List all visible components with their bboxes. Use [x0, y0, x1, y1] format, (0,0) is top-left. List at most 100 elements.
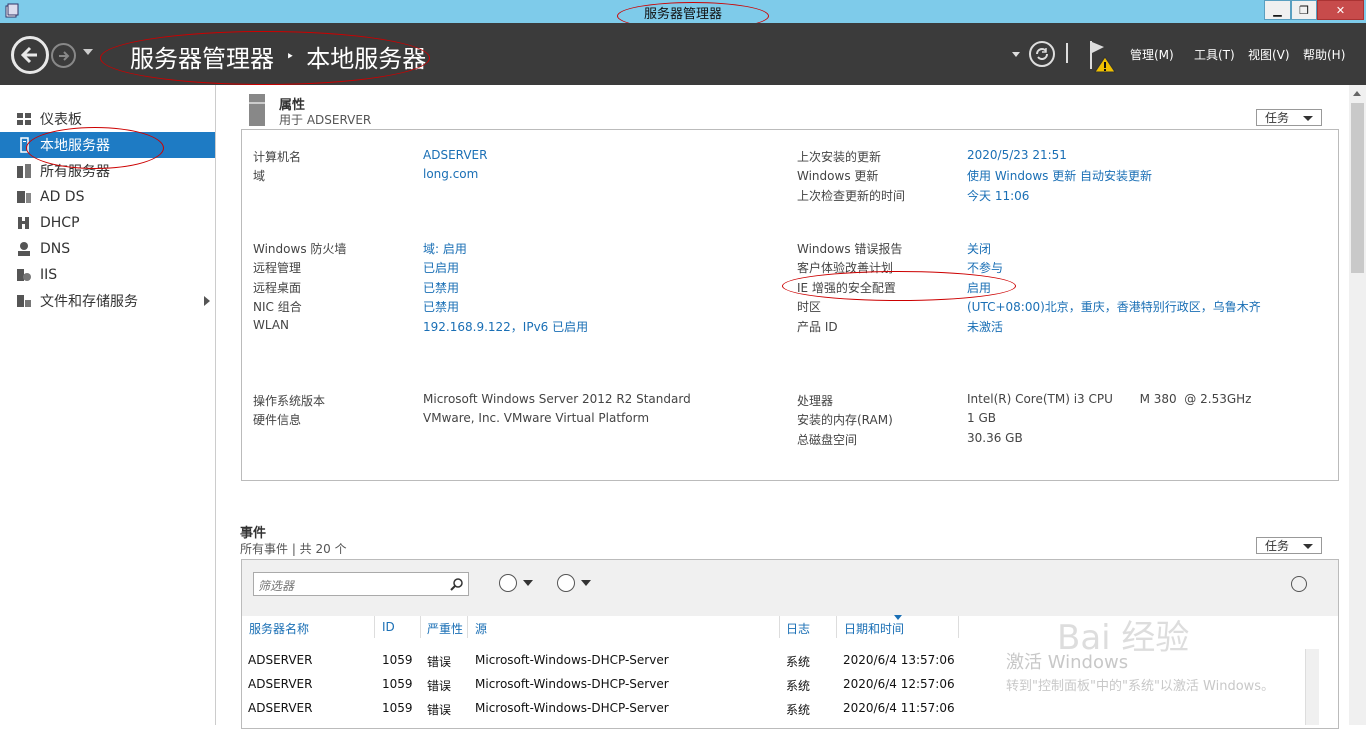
annotation-ellipse — [782, 271, 1016, 301]
sidebar-item-label: DNS — [40, 241, 71, 257]
sidebar-item-label: DHCP — [40, 215, 80, 231]
cell-datetime: 2020/6/4 11:57:06 — [843, 701, 955, 715]
tasks-label: 任务 — [1265, 111, 1290, 125]
forward-button[interactable] — [51, 43, 76, 68]
filter-input[interactable]: 筛选器 — [253, 572, 469, 596]
arrow-right-icon — [58, 50, 69, 61]
cell-id: 1059 — [382, 701, 413, 715]
events-subtitle: 所有事件 | 共 20 个 — [240, 542, 347, 556]
cpu-value: Intel(R) Core(TM) i3 CPU M 380 @ 2.53GHz — [967, 392, 1252, 406]
remote-desktop-link[interactable]: 已禁用 — [423, 279, 459, 296]
nav-history-dropdown[interactable] — [83, 49, 93, 55]
column-divider — [420, 616, 421, 638]
list-icon — [499, 574, 517, 592]
header-dropdown[interactable] — [1012, 52, 1020, 57]
events-title: 事件 — [240, 526, 267, 541]
remote-management-link[interactable]: 已启用 — [423, 259, 459, 276]
restore-button[interactable]: ❐ — [1291, 0, 1317, 20]
refresh-button[interactable] — [1029, 41, 1055, 67]
sidebar-item-file-storage[interactable]: 文件和存储服务 — [0, 288, 215, 314]
notification-flag-icon[interactable] — [1088, 39, 1118, 73]
search-icon[interactable] — [450, 577, 464, 591]
column-divider — [374, 616, 375, 638]
column-header-log[interactable]: 日志 — [786, 620, 810, 637]
cell-source: Microsoft-Windows-DHCP-Server — [475, 701, 669, 715]
prop-label: 总磁盘空间 — [797, 433, 858, 447]
sidebar-item-iis[interactable]: IIS — [0, 262, 215, 288]
prop-label: 产品 ID — [797, 320, 838, 334]
disk-value: 30.36 GB — [967, 431, 1023, 445]
sidebar: 仪表板 本地服务器 所有服务器 AD DS DHCP DNS IIS 文件和存储… — [0, 85, 216, 725]
ram-value: 1 GB — [967, 411, 996, 425]
nic-teaming-link[interactable]: 已禁用 — [423, 298, 459, 315]
iis-icon — [17, 269, 31, 281]
domain-link[interactable]: long.com — [423, 167, 478, 181]
filter-placeholder: 筛选器 — [258, 579, 295, 593]
expand-chevron-icon[interactable] — [1291, 576, 1307, 592]
main-content: 属性 用于 ADSERVER 任务 计算机名 ADSERVER 域 long.c… — [217, 85, 1349, 729]
product-id-link[interactable]: 未激活 — [967, 318, 1003, 335]
cell-server: ADSERVER — [248, 677, 313, 691]
query-options-button[interactable] — [499, 574, 533, 592]
error-reporting-link[interactable]: 关闭 — [967, 240, 991, 257]
windows-update-link[interactable]: 使用 Windows 更新 自动安装更新 — [967, 167, 1152, 184]
column-header-server[interactable]: 服务器名称 — [249, 620, 309, 637]
scroll-up-icon[interactable] — [1353, 91, 1361, 96]
computer-name-link[interactable]: ADSERVER — [423, 148, 487, 162]
column-divider — [958, 616, 959, 638]
menu-view[interactable]: 视图(V) — [1248, 46, 1290, 63]
prop-label: 域 — [253, 169, 266, 183]
sidebar-item-label: IIS — [40, 267, 58, 283]
last-update-link[interactable]: 2020/5/23 21:51 — [967, 148, 1067, 162]
header-divider — [1066, 43, 1068, 63]
expand-arrow-icon[interactable] — [204, 296, 210, 306]
column-divider — [467, 616, 468, 638]
cell-log: 系统 — [786, 679, 811, 693]
column-header-datetime[interactable]: 日期和时间 — [844, 620, 904, 637]
back-button[interactable] — [11, 36, 49, 74]
adds-icon — [17, 191, 31, 203]
prop-label: Windows 更新 — [797, 169, 879, 183]
prop-label: 上次检查更新的时间 — [797, 189, 906, 203]
prop-label: 安装的内存(RAM) — [797, 413, 893, 427]
annotation-ellipse — [26, 127, 164, 169]
main-scrollbar[interactable] — [1349, 85, 1366, 725]
properties-panel: 计算机名 ADSERVER 域 long.com Windows 防火墙 域: … — [241, 129, 1339, 481]
sidebar-item-dhcp[interactable]: DHCP — [0, 210, 215, 236]
cell-severity: 错误 — [427, 679, 452, 693]
scrollbar-thumb[interactable] — [1351, 103, 1364, 273]
events-scrollbar[interactable] — [1305, 649, 1319, 725]
chevron-down-icon — [523, 580, 533, 586]
activate-windows-subtitle: 转到"控制面板"中的"系统"以激活 Windows。 — [1006, 679, 1275, 694]
column-header-id[interactable]: ID — [382, 620, 395, 634]
menu-manage[interactable]: 管理(M) — [1130, 46, 1174, 63]
wlan-link[interactable]: 192.168.9.122，IPv6 已启用 — [423, 318, 588, 335]
sidebar-item-label: AD DS — [40, 189, 85, 205]
close-button[interactable]: ✕ — [1317, 0, 1364, 20]
sidebar-item-adds[interactable]: AD DS — [0, 184, 215, 210]
prop-label: 远程桌面 — [253, 281, 302, 295]
prop-label: Windows 防火墙 — [253, 242, 347, 256]
cell-id: 1059 — [382, 653, 413, 667]
column-header-severity[interactable]: 严重性 — [427, 620, 463, 637]
last-check-link[interactable]: 今天 11:06 — [967, 187, 1029, 204]
properties-tasks-button[interactable]: 任务 — [1256, 109, 1322, 126]
save-icon — [557, 574, 575, 592]
column-header-source[interactable]: 源 — [475, 620, 487, 637]
menu-help[interactable]: 帮助(H) — [1303, 46, 1345, 63]
menu-tools[interactable]: 工具(T) — [1194, 46, 1235, 63]
chevron-down-icon — [1303, 544, 1313, 549]
firewall-link[interactable]: 域: 启用 — [423, 240, 467, 257]
save-query-button[interactable] — [557, 574, 591, 592]
minimize-button[interactable]: ▁ — [1264, 0, 1291, 20]
sidebar-item-dns[interactable]: DNS — [0, 236, 215, 262]
cell-log: 系统 — [786, 655, 811, 669]
timezone-link[interactable]: (UTC+08:00)北京，重庆，香港特别行政区，乌鲁木齐 — [967, 298, 1261, 315]
column-divider — [836, 616, 837, 638]
dhcp-icon — [18, 217, 29, 229]
chevron-down-icon — [1303, 116, 1313, 121]
tasks-label: 任务 — [1265, 539, 1290, 553]
events-tasks-button[interactable]: 任务 — [1256, 537, 1322, 554]
prop-label: WLAN — [253, 318, 290, 332]
prop-label: 硬件信息 — [253, 413, 302, 427]
